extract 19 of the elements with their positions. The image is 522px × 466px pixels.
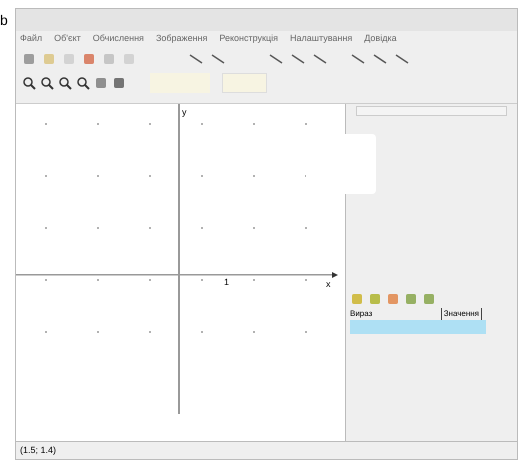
zoom-icon[interactable] [58, 76, 72, 90]
style-swatch[interactable] [222, 73, 267, 93]
figure-label: b [0, 11, 8, 30]
axis-label: x [326, 278, 330, 291]
segment-tool-icon[interactable] [188, 52, 204, 66]
zoom-icon[interactable] [76, 76, 90, 90]
menu-item[interactable]: Зображення [156, 32, 208, 46]
menu-item[interactable]: Файл [20, 32, 42, 46]
column-header[interactable]: Вираз [350, 308, 441, 320]
menu-item[interactable]: Обчислення [92, 32, 144, 46]
menu-item[interactable]: Довідка [364, 32, 397, 46]
menu-item[interactable]: Реконструкція [219, 32, 278, 46]
status-text: (1.5; 1.4) [20, 444, 56, 457]
tick-label: 1 [224, 276, 230, 289]
zoom-icon[interactable] [40, 76, 54, 90]
menu-item[interactable]: Об'єкт [54, 32, 81, 46]
axis-label: y [182, 106, 186, 119]
menu-item[interactable]: Налаштування [290, 32, 352, 46]
zoom-icon[interactable] [22, 76, 36, 90]
